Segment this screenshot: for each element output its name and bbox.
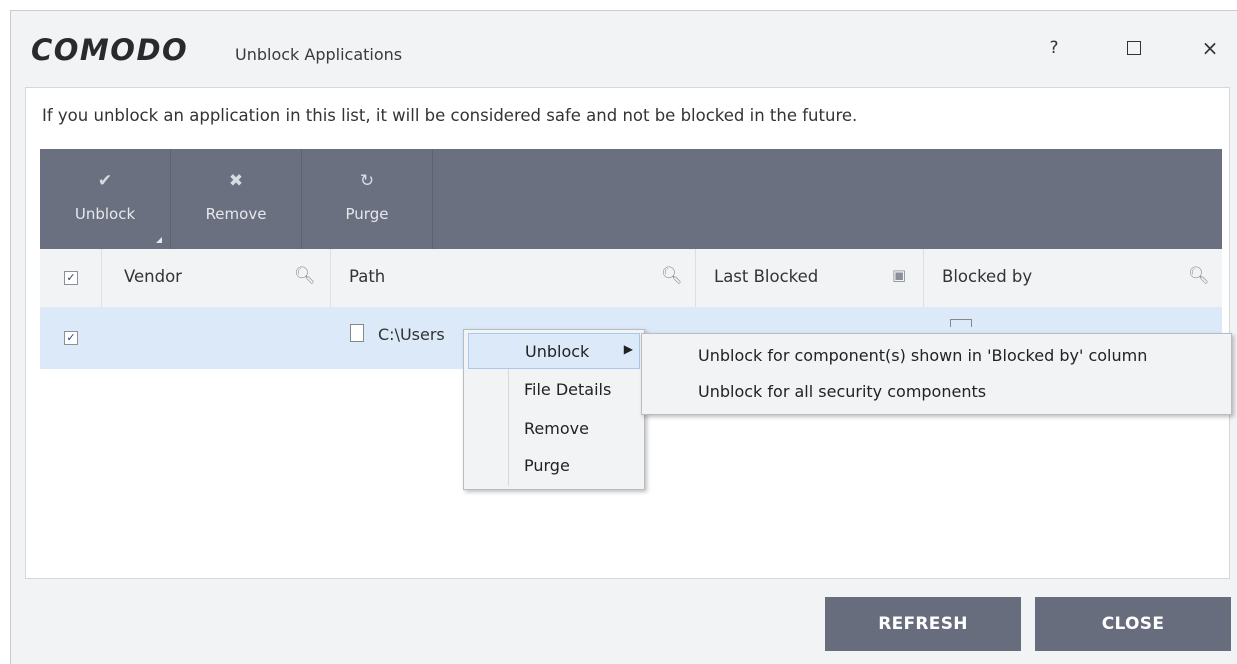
purge-refresh-icon: ↻ — [359, 171, 375, 191]
submenu-item-unblock-shown-components[interactable]: Unblock for component(s) shown in 'Block… — [698, 346, 1147, 365]
comodo-logo: COMODO — [31, 33, 189, 67]
toolbar-purge-button[interactable]: ↻ Purge — [302, 149, 433, 249]
select-all-checkbox[interactable]: ✓ — [64, 271, 78, 285]
column-header-vendor[interactable]: Vendor 🔍︎ — [102, 249, 331, 307]
close-window-button[interactable]: × — [1195, 33, 1225, 63]
dialog-title: Unblock Applications — [235, 45, 403, 64]
unblock-submenu: Unblock for component(s) shown in 'Block… — [641, 333, 1232, 415]
menu-item-file-details[interactable]: File Details — [468, 372, 640, 408]
menu-item-file-details-label: File Details — [524, 380, 612, 399]
close-button[interactable]: CLOSE — [1035, 597, 1231, 651]
column-header-last-blocked[interactable]: Last Blocked ▣ — [696, 249, 924, 307]
column-header-path[interactable]: Path 🔍︎ — [331, 249, 696, 307]
toolbar-unblock-label: Unblock — [74, 205, 136, 223]
menu-item-unblock[interactable]: Unblock ▶ — [468, 333, 640, 369]
maximize-icon — [1127, 41, 1141, 55]
maximize-button[interactable] — [1119, 33, 1149, 63]
table-header: ✓ Vendor 🔍︎ Path 🔍︎ Last Blocked ▣ Block… — [40, 249, 1222, 308]
last-blocked-header-label: Last Blocked — [714, 267, 819, 286]
checkmark-icon: ✔ — [97, 171, 113, 191]
blocked-by-component-icon — [950, 319, 972, 327]
submenu-item-unblock-all-components[interactable]: Unblock for all security components — [698, 382, 986, 401]
path-header-label: Path — [349, 267, 386, 286]
vendor-search-icon[interactable]: 🔍︎ — [294, 266, 316, 286]
context-menu: Unblock ▶ File Details Remove Purge — [463, 329, 645, 490]
file-icon — [350, 324, 364, 342]
menu-item-unblock-label: Unblock — [525, 342, 590, 361]
refresh-button[interactable]: REFRESH — [825, 597, 1021, 651]
menu-item-purge-label: Purge — [524, 456, 570, 475]
info-text: If you unblock an application in this li… — [42, 106, 858, 125]
help-button[interactable]: ? — [1039, 33, 1069, 63]
remove-x-icon: ✖ — [228, 171, 244, 191]
menu-item-remove-label: Remove — [524, 419, 589, 438]
vendor-header-label: Vendor — [124, 267, 182, 286]
row-checkbox[interactable]: ✓ — [64, 331, 78, 345]
toolbar: ✔ Unblock ✖ Remove ↻ Purge — [40, 149, 1222, 249]
title-bar: COMODO Unblock Applications ? × — [11, 11, 1237, 87]
toolbar-remove-label: Remove — [205, 205, 267, 223]
row-path: C:\Users — [378, 325, 445, 344]
dropdown-corner-icon — [156, 237, 162, 243]
column-header-blocked-by[interactable]: Blocked by 🔍︎ — [924, 249, 1222, 307]
calendar-icon[interactable]: ▣ — [892, 266, 906, 284]
menu-item-remove[interactable]: Remove — [468, 411, 640, 447]
menu-item-purge[interactable]: Purge — [468, 448, 640, 484]
toolbar-unblock-button[interactable]: ✔ Unblock — [40, 149, 171, 249]
blocked-by-header-label: Blocked by — [942, 267, 1033, 286]
submenu-arrow-icon: ▶ — [623, 342, 633, 356]
path-search-icon[interactable]: 🔍︎ — [661, 266, 683, 286]
toolbar-purge-label: Purge — [345, 205, 389, 223]
blocked-by-search-icon[interactable]: 🔍︎ — [1188, 266, 1210, 286]
toolbar-remove-button[interactable]: ✖ Remove — [171, 149, 302, 249]
header-select-all-cell: ✓ — [40, 249, 102, 307]
